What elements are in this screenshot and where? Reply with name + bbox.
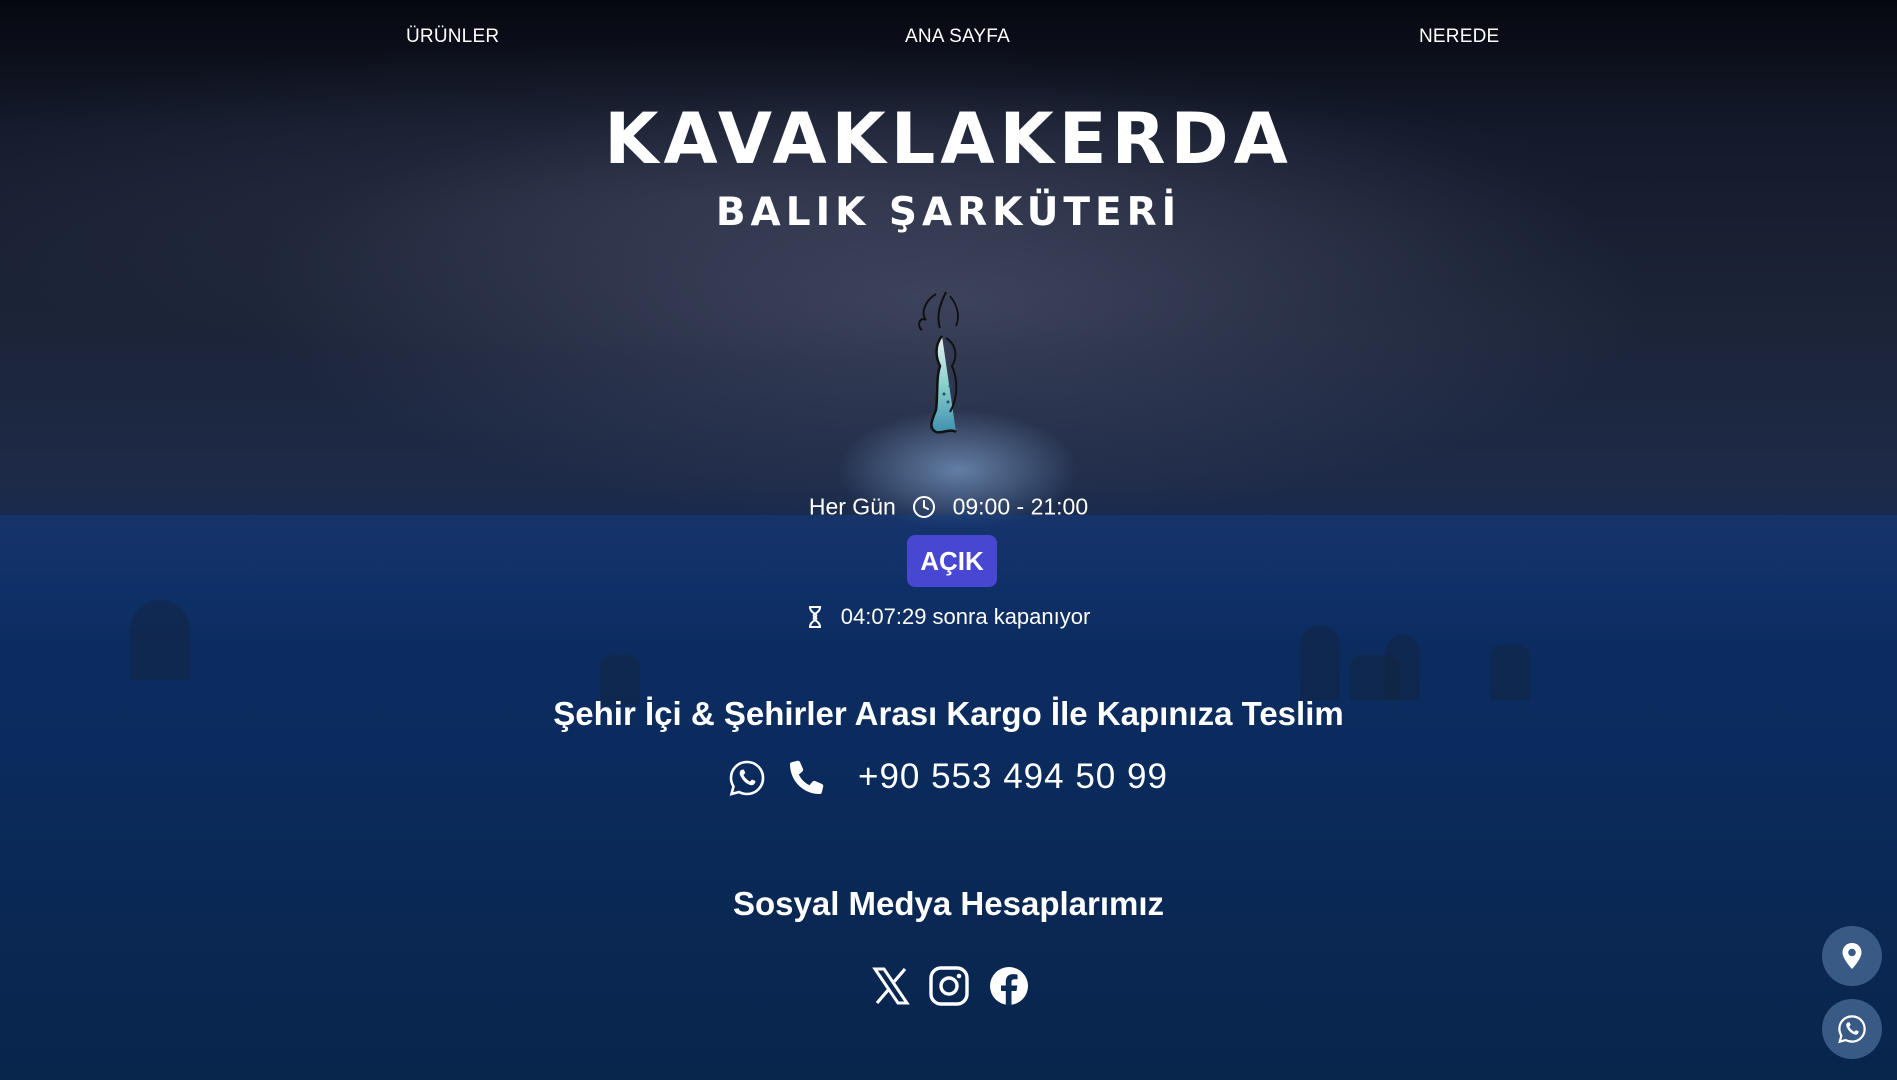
nav-link-home[interactable]: ANA SAYFA — [905, 26, 1010, 48]
contact-row: +90 553 494 50 99 — [728, 755, 1208, 803]
location-pin-icon — [1842, 943, 1862, 969]
phone-icon[interactable] — [788, 758, 826, 796]
whatsapp-icon — [1838, 1015, 1866, 1044]
person-silhouette — [1300, 625, 1340, 700]
opening-hours: Her Gün 09:00 - 21:00 — [0, 492, 1897, 520]
page: ÜRÜNLER ANA SAYFA NEREDE KAVAKLAKERDA BA… — [0, 0, 1897, 1080]
social-icons — [872, 965, 1032, 1009]
hourglass-icon — [808, 606, 821, 629]
brand-title: KAVAKLAKERDA — [604, 98, 1293, 180]
person-silhouette — [1385, 635, 1420, 700]
facebook-icon[interactable] — [988, 965, 1030, 1007]
hours-time: 09:00 - 21:00 — [952, 493, 1089, 520]
phone-number[interactable]: +90 553 494 50 99 — [858, 757, 1168, 797]
nav-link-where[interactable]: NEREDE — [1419, 26, 1499, 48]
closing-countdown: 04:07:29 sonra kapanıyor — [0, 603, 1897, 630]
mermaid-logo — [918, 291, 959, 434]
whatsapp-fab-button[interactable] — [1822, 999, 1882, 1059]
open-status-badge: AÇIK — [907, 535, 997, 587]
delivery-info: Şehir İçi & Şehirler Arası Kargo İle Kap… — [553, 695, 1344, 732]
hours-days: Her Gün — [808, 493, 896, 520]
rock-silhouette — [1490, 645, 1530, 700]
top-navigation: ÜRÜNLER ANA SAYFA NEREDE — [0, 0, 1897, 74]
social-media-title: Sosyal Medya Hesaplarımız — [732, 885, 1165, 922]
x-icon[interactable] — [872, 967, 910, 1005]
instagram-icon[interactable] — [928, 965, 970, 1007]
countdown-text: 04:07:29 sonra kapanıyor — [840, 604, 1091, 630]
brand-subtitle: BALIK ŞARKÜTERİ — [715, 190, 1182, 235]
clock-icon — [913, 495, 936, 518]
location-fab-button[interactable] — [1822, 926, 1882, 986]
nav-link-products[interactable]: ÜRÜNLER — [406, 26, 499, 48]
whatsapp-icon[interactable] — [728, 759, 766, 797]
